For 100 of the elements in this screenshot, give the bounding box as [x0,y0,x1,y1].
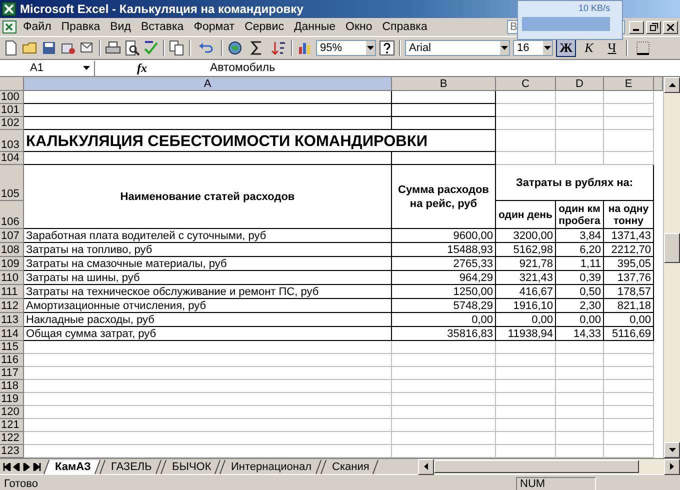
new-document-icon[interactable] [3,40,19,56]
sheet-tab[interactable]: КамАЗ [43,460,100,474]
row-header[interactable]: 118 [0,380,24,393]
printer-icon[interactable] [105,40,121,56]
row-header[interactable]: 106 [0,201,24,229]
scroll-left-icon[interactable] [424,463,428,470]
sheet-tab[interactable]: Интернационал [220,460,322,474]
grid-cell[interactable] [24,152,392,165]
menu-item[interactable]: Вид [105,21,136,33]
name-box[interactable]: A1 [0,60,95,76]
copy-icon[interactable] [169,40,185,56]
grid-cell[interactable] [24,91,392,104]
folder-icon[interactable] [22,40,38,56]
first-sheet-icon[interactable] [3,462,11,470]
function-button[interactable]: fx [137,60,147,74]
row-header[interactable]: 108 [0,243,24,257]
sort-icon[interactable] [271,40,287,56]
scroll-down-icon[interactable] [668,448,676,452]
vertical-scrollbar[interactable] [663,77,680,458]
zoom-dropdown[interactable]: 95% [316,40,376,56]
dropdown-arrow-icon[interactable] [83,66,90,70]
spelling-icon[interactable] [143,40,159,56]
column-header[interactable]: C [496,77,556,91]
row-header[interactable]: 102 [0,117,24,130]
row-header[interactable]: 123 [0,445,24,458]
table-cell: 1,11 [556,257,604,271]
row-header[interactable]: 109 [0,257,24,271]
row-header[interactable]: 104 [0,152,24,165]
sheet-tab[interactable]: ГАЗЕЛЬ [99,460,162,474]
row-header[interactable]: 121 [0,419,24,432]
format-button[interactable]: Ч [602,39,622,57]
menu-item[interactable]: Справка [377,21,432,33]
next-sheet-icon[interactable] [23,462,31,470]
row-header[interactable]: 113 [0,313,24,327]
table-cell: Заработная плата водителей с суточными, руб [24,229,392,243]
table-cell: 821,18 [604,299,654,313]
row-header[interactable]: 120 [0,406,24,419]
scroll-thumb[interactable] [664,232,680,262]
close-button[interactable] [663,20,678,34]
row-header[interactable]: 101 [0,104,24,117]
last-sheet-icon[interactable] [33,462,41,470]
dropdown-arrow-icon[interactable] [544,46,551,50]
row-header[interactable]: 119 [0,393,24,406]
menu-item[interactable]: Формат [188,21,240,33]
menu-item[interactable]: Сервис [240,21,289,33]
row-header[interactable]: 116 [0,354,24,367]
select-all-button[interactable] [0,77,24,91]
horizontal-scrollbar[interactable] [418,459,680,474]
chart-icon[interactable] [297,40,313,56]
row-header[interactable]: 111 [0,285,24,299]
dropdown-arrow-icon[interactable] [501,46,508,50]
format-button[interactable]: Ж [556,39,576,57]
grid-cell[interactable] [392,152,496,165]
table-cell: 5162,98 [496,243,556,257]
column-header[interactable]: D [556,77,604,91]
print-preview-icon[interactable] [124,40,140,56]
grid-cell[interactable] [392,104,496,117]
menu-item[interactable]: Окно [340,21,378,33]
format-button[interactable]: К [579,39,599,57]
row-header[interactable]: 105 [0,165,24,201]
scroll-up-icon[interactable] [668,83,676,87]
row-header[interactable]: 122 [0,432,24,445]
restore-button[interactable] [646,20,661,34]
grid-cell[interactable] [24,117,392,130]
save-icon[interactable] [41,40,57,56]
row-header[interactable]: 100 [0,91,24,104]
font-size-dropdown[interactable]: 16 [513,40,553,56]
grid-cell[interactable] [24,104,392,117]
row-header[interactable]: 114 [0,327,24,341]
menu-item[interactable]: Правка [56,21,106,33]
formula-input[interactable]: Автомобиль [210,62,276,74]
scroll-right-icon[interactable] [670,463,674,470]
row-header[interactable]: 110 [0,271,24,285]
status-text: Готово [4,478,38,490]
row-header[interactable]: 117 [0,367,24,380]
row-header[interactable]: 103 [0,130,24,152]
table-cell: 3200,00 [496,229,556,243]
grid-cell[interactable] [392,117,496,130]
column-header[interactable]: A [24,77,392,91]
globe-icon[interactable] [227,40,243,56]
row-header[interactable]: 112 [0,299,24,313]
help-icon[interactable] [379,40,395,56]
table-cell: 921,78 [496,257,556,271]
row-header[interactable]: 107 [0,229,24,243]
column-header[interactable]: E [604,77,654,91]
previous-sheet-icon[interactable] [13,462,21,470]
scroll-thumb[interactable] [434,460,639,473]
column-header[interactable]: B [392,77,496,91]
sheet-tab[interactable]: Скания [320,460,378,474]
menu-item[interactable]: Данные [288,21,341,33]
table-cell: 395,05 [604,257,654,271]
grid-cell[interactable] [392,91,496,104]
dropdown-arrow-icon[interactable] [367,46,374,50]
menu-item[interactable]: Файл [18,21,56,33]
menu-item[interactable]: Вставка [136,21,189,33]
minimize-button[interactable] [629,20,644,34]
row-header[interactable]: 115 [0,341,24,354]
workbook-icon[interactable] [2,20,18,34]
font-dropdown[interactable]: Arial [405,40,510,56]
sheet-tab[interactable]: БЫЧОК [160,460,221,474]
